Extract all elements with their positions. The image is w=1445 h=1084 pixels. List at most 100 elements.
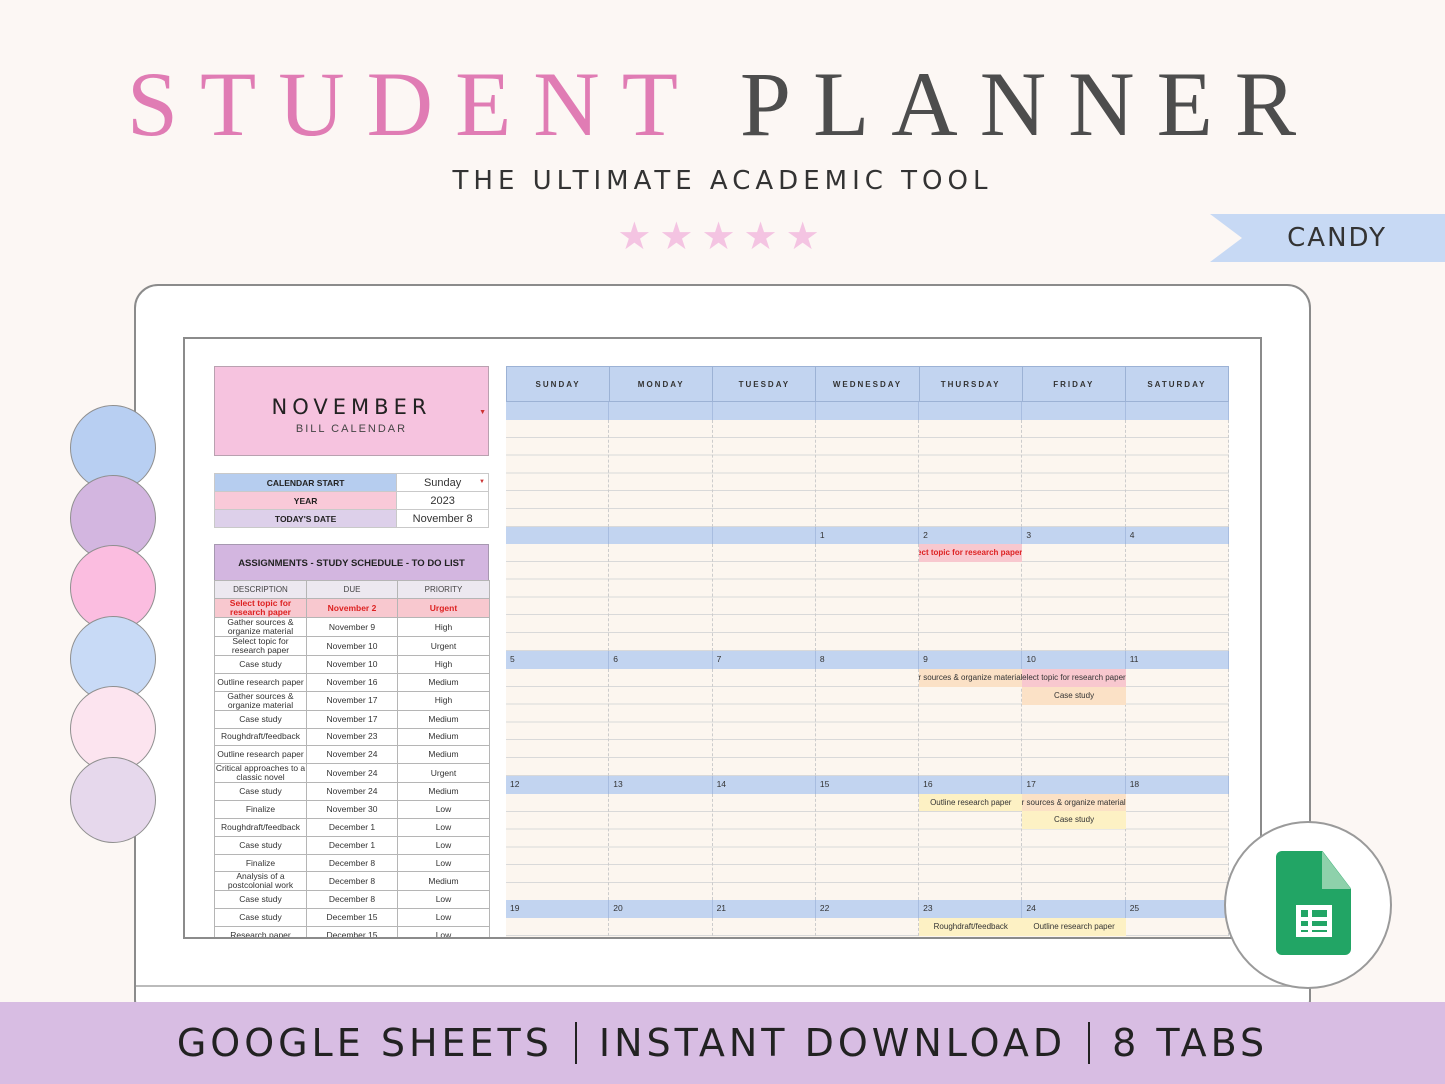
date-number[interactable]: 12 [506,775,610,794]
date-number[interactable]: 8 [816,651,920,669]
assignment-due[interactable]: November 9 [306,617,398,637]
day-cell[interactable] [1125,419,1229,527]
assignment-description[interactable]: Outline research paper [214,672,307,692]
assignment-due[interactable]: December 15 [306,908,398,928]
date-number[interactable]: 10 [1022,651,1126,669]
assignment-description[interactable]: Case study [214,835,307,855]
calendar-event[interactable]: Gather sources & organize material [919,668,1023,687]
assignment-description[interactable]: Select topic for research paper [214,636,307,656]
assignment-priority[interactable]: Medium [397,782,490,802]
settings-value[interactable]: Sunday ▼ [396,473,489,492]
calendar-event[interactable]: Select topic for research paper [1022,668,1126,687]
day-cell[interactable] [506,419,610,527]
day-cell[interactable] [815,668,920,776]
table-row[interactable]: Gather sources & organize material Novemb… [214,617,490,637]
table-row[interactable]: Analysis of a postcolonial work December … [214,871,490,892]
day-cell[interactable] [609,918,713,937]
date-number[interactable]: 15 [816,775,920,794]
assignment-priority[interactable]: Urgent [397,763,490,784]
assignment-due[interactable]: December 15 [306,926,398,937]
settings-value[interactable]: 2023 [396,491,489,510]
assignment-description[interactable]: Outline research paper [214,745,307,765]
assignment-description[interactable]: Case study [214,890,307,910]
day-cell[interactable] [815,544,920,652]
calendar-event[interactable]: Case study [1022,686,1126,705]
calendar-event[interactable]: Select topic for research paper [919,544,1023,563]
assignment-due[interactable]: November 23 [306,727,398,747]
assignment-description[interactable]: Case study [214,655,307,674]
table-row[interactable]: Case study December 15 Low [214,908,490,928]
date-number[interactable]: 21 [713,900,816,919]
date-number[interactable]: 14 [713,775,816,794]
assignment-description[interactable]: Case study [214,908,307,928]
date-number[interactable]: 18 [1126,775,1229,794]
date-number[interactable] [713,526,816,545]
assignment-priority[interactable]: Low [397,926,490,937]
assignment-priority[interactable]: Low [397,853,490,873]
day-cell[interactable] [506,544,610,652]
date-number[interactable] [1126,402,1229,420]
assignment-due[interactable]: December 8 [306,853,398,873]
table-row[interactable]: Select topic for research paper November … [214,636,490,656]
assignment-priority[interactable]: High [397,617,490,637]
assignment-description[interactable]: Roughdraft/feedback [214,817,307,837]
assignment-priority[interactable]: High [397,690,490,711]
assignment-due[interactable]: December 8 [306,871,398,892]
day-cell[interactable] [815,793,920,901]
date-number[interactable]: 23 [919,900,1023,919]
assignment-due[interactable]: December 1 [306,817,398,837]
assignment-due[interactable]: November 30 [306,800,398,819]
assignment-priority[interactable]: Medium [397,709,490,729]
table-row[interactable]: Case study December 1 Low [214,835,490,855]
day-cell[interactable] [1125,918,1229,937]
assignment-description[interactable]: Finalize [214,800,307,819]
table-row[interactable]: Case study November 10 High [214,655,490,674]
date-number[interactable]: 11 [1126,651,1229,669]
day-cell[interactable] [506,793,610,901]
table-row[interactable]: Gather sources & organize material Novemb… [214,690,490,711]
assignment-priority[interactable]: Low [397,890,490,910]
day-cell[interactable] [919,419,1023,527]
assignment-due[interactable]: December 8 [306,890,398,910]
date-number[interactable]: 7 [713,651,816,669]
assignment-priority[interactable]: Low [397,835,490,855]
table-row[interactable]: Roughdraft/feedback November 23 Medium [214,727,490,747]
day-cell[interactable] [1022,419,1126,527]
date-number[interactable] [506,526,610,545]
assignment-due[interactable]: November 17 [306,709,398,729]
day-cell[interactable] [712,793,816,901]
assignment-priority[interactable]: High [397,655,490,674]
date-number[interactable]: 2 [919,526,1023,545]
date-number[interactable]: 1 [816,526,920,545]
table-row[interactable]: Finalize November 30 Low [214,800,490,819]
assignment-priority[interactable]: Medium [397,672,490,692]
assignment-priority[interactable]: Medium [397,871,490,892]
date-number[interactable]: 17 [1022,775,1126,794]
table-row[interactable]: Finalize December 8 Low [214,853,490,873]
table-row[interactable]: Case study December 8 Low [214,890,490,910]
assignment-description[interactable]: Roughdraft/feedback [214,727,307,747]
assignment-priority[interactable]: Low [397,908,490,928]
dropdown-caret-icon[interactable]: ▼ [479,479,485,485]
assignment-priority[interactable]: Urgent [397,598,490,618]
day-cell[interactable] [1125,544,1229,652]
assignment-due[interactable]: December 1 [306,835,398,855]
table-row[interactable]: Roughdraft/feedback December 1 Low [214,817,490,837]
table-row[interactable]: Outline research paper November 16 Medium [214,672,490,692]
date-number[interactable] [609,526,713,545]
assignment-due[interactable]: November 2 [306,598,398,618]
date-number[interactable]: 24 [1022,900,1126,919]
day-cell[interactable] [815,419,920,527]
day-cell[interactable] [712,544,816,652]
calendar-event[interactable]: Outline research paper [919,793,1023,812]
date-number[interactable]: 25 [1126,900,1229,919]
assignment-due[interactable]: November 10 [306,636,398,656]
assignment-due[interactable]: November 17 [306,690,398,711]
assignment-due[interactable]: November 24 [306,745,398,765]
assignment-priority[interactable]: Low [397,800,490,819]
assignment-description[interactable]: Select topic for research paper [214,598,307,618]
assignment-description[interactable]: Case study [214,782,307,802]
assignment-description[interactable]: Gather sources & organize material [214,617,307,637]
day-cell[interactable] [609,793,713,901]
date-number[interactable] [816,402,920,420]
